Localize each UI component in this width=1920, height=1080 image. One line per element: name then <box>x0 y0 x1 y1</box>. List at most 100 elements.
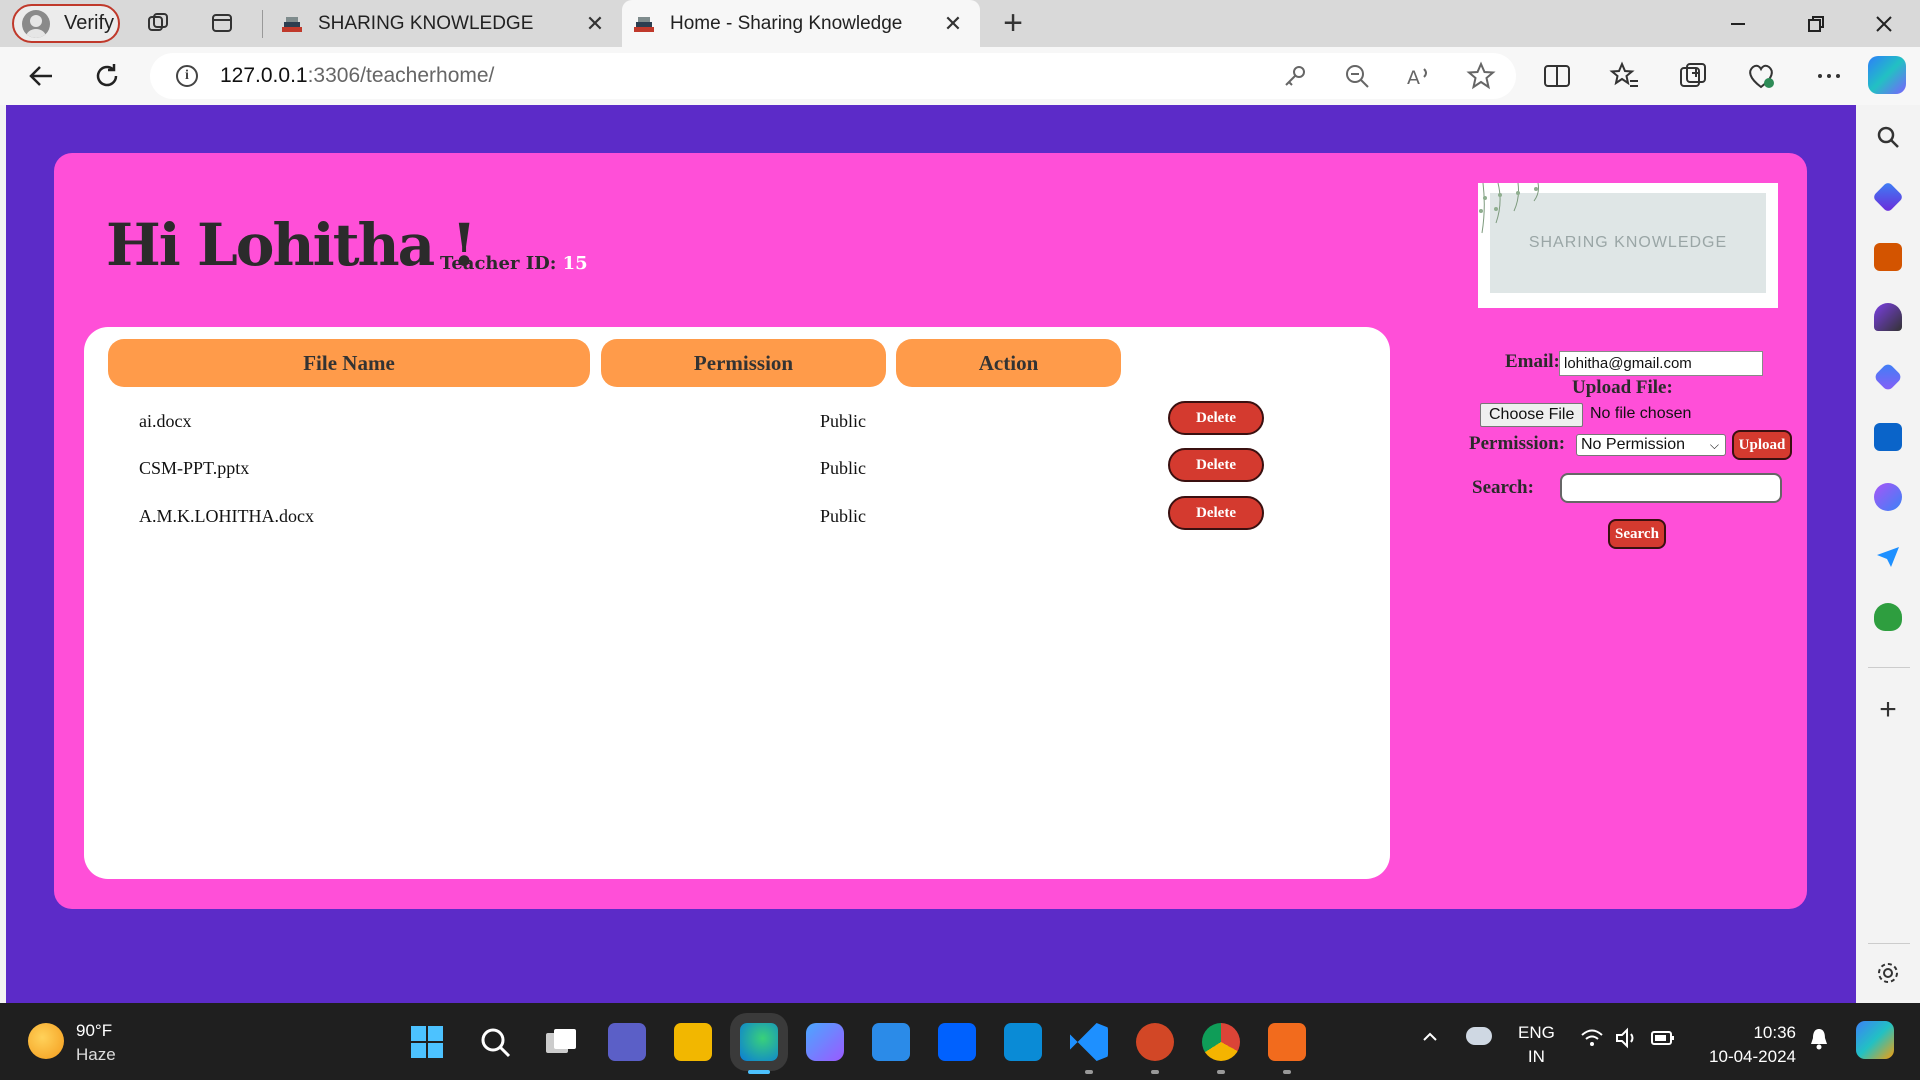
mail-icon[interactable] <box>872 1023 910 1061</box>
powerpoint-icon[interactable] <box>1136 1023 1174 1061</box>
running-indicator <box>1217 1070 1225 1074</box>
task-view-icon[interactable] <box>542 1023 580 1061</box>
permission-cell: Public <box>820 458 867 478</box>
search-input[interactable] <box>1560 473 1782 503</box>
upload-file-label: Upload File: <box>1572 377 1673 398</box>
minimize-icon[interactable] <box>1728 14 1748 34</box>
dropbox-icon[interactable] <box>938 1023 976 1061</box>
zoom-out-icon[interactable] <box>1342 61 1372 91</box>
tab-home-sharing-knowledge[interactable]: Home - Sharing Knowledge ✕ <box>622 0 980 47</box>
system-clock[interactable]: 10:36 10-04-2024 <box>1700 1021 1796 1069</box>
tab-sharing-knowledge[interactable]: SHARING KNOWLEDGE ✕ <box>270 0 622 47</box>
back-icon[interactable] <box>24 59 58 93</box>
read-aloud-icon[interactable]: A <box>1404 61 1434 91</box>
column-header-file-name: File Name <box>108 339 590 387</box>
outlook-icon[interactable] <box>1874 423 1902 451</box>
choose-file-button[interactable]: Choose File <box>1480 403 1584 427</box>
tree-icon[interactable] <box>1874 603 1902 631</box>
search-button[interactable]: Search <box>1608 519 1666 549</box>
profile-label: Verify <box>64 12 115 34</box>
table-row: CSM-PPT.pptx Public Delete <box>84 446 1390 492</box>
weather-description[interactable]: Haze <box>76 1045 116 1065</box>
table-row: ai.docx Public Delete <box>84 399 1390 445</box>
close-window-icon[interactable] <box>1874 14 1894 34</box>
url-text[interactable]: 127.0.0.1:3306/teacherhome/ <box>220 64 494 88</box>
copilot-icon[interactable] <box>1868 56 1906 94</box>
weather-haze-icon[interactable] <box>28 1023 64 1059</box>
favorites-icon[interactable] <box>1608 59 1642 93</box>
myhp-icon[interactable] <box>1004 1023 1042 1061</box>
permission-select[interactable]: No Permission ⌵ <box>1576 434 1726 456</box>
send-plane-icon[interactable] <box>1874 543 1902 571</box>
tab-title: SHARING KNOWLEDGE <box>318 12 534 34</box>
delete-button[interactable]: Delete <box>1168 496 1264 530</box>
battery-icon[interactable] <box>1650 1027 1676 1049</box>
delete-button[interactable]: Delete <box>1168 448 1264 482</box>
show-hidden-icons-chevron-icon[interactable] <box>1420 1027 1440 1047</box>
tab-close-icon[interactable]: ✕ <box>938 11 968 37</box>
file-explorer-icon[interactable] <box>674 1023 712 1061</box>
clock-time: 10:36 <box>1753 1023 1796 1042</box>
permission-label: Permission: <box>1469 433 1566 454</box>
delete-button[interactable]: Delete <box>1168 401 1264 435</box>
profile-avatar-icon <box>22 9 50 38</box>
region-code: IN <box>1527 1047 1545 1066</box>
file-name-cell: CSM-PPT.pptx <box>139 458 250 478</box>
url-path: :3306/teacherhome/ <box>307 64 495 87</box>
file-name-cell: A.M.K.LOHITHA.docx <box>139 506 314 526</box>
windows-taskbar: 90°F Haze ENG IN 10:36 10-04-2024 <box>0 1003 1920 1080</box>
collections-icon[interactable] <box>1676 59 1710 93</box>
taskbar-search-icon[interactable] <box>476 1023 514 1061</box>
more-options-icon[interactable] <box>1812 59 1846 93</box>
edge-browser-icon[interactable] <box>740 1023 778 1061</box>
tab-actions-icon[interactable] <box>210 11 234 35</box>
onedrive-cloud-icon[interactable] <box>1466 1027 1492 1045</box>
new-tab-button[interactable]: + <box>996 6 1030 40</box>
designer-icon[interactable] <box>1874 483 1902 511</box>
weather-temperature[interactable]: 90°F <box>76 1021 112 1041</box>
start-windows-icon[interactable] <box>408 1023 446 1061</box>
xampp-icon[interactable] <box>1268 1023 1306 1061</box>
wifi-icon[interactable] <box>1580 1027 1604 1049</box>
shopping-tag-icon[interactable] <box>1872 181 1904 213</box>
restore-icon[interactable] <box>1806 14 1826 34</box>
browser-tab-strip: Verify SHARING KNOWLEDGE ✕ Home - Sharin… <box>0 0 1920 47</box>
upload-button[interactable]: Upload <box>1732 430 1792 460</box>
no-file-text: No file chosen <box>1590 405 1692 422</box>
permission-cell: Public <box>820 506 867 526</box>
add-sidebar-app-icon[interactable]: + <box>1872 693 1904 727</box>
volume-icon[interactable] <box>1614 1027 1638 1049</box>
workspaces-icon[interactable] <box>146 11 170 35</box>
language-indicator[interactable]: ENG IN <box>1518 1021 1555 1069</box>
password-key-icon[interactable] <box>1280 61 1310 91</box>
chrome-icon[interactable] <box>1202 1023 1240 1061</box>
profile-button[interactable]: Verify <box>12 4 120 43</box>
site-info-icon[interactable]: i <box>176 65 198 87</box>
copilot-taskbar-icon[interactable] <box>806 1023 844 1061</box>
permission-selected-value: No Permission <box>1581 436 1686 453</box>
column-header-action: Action <box>896 339 1121 387</box>
vscode-icon[interactable] <box>1070 1023 1108 1061</box>
games-icon[interactable] <box>1874 303 1902 331</box>
favorite-star-icon[interactable] <box>1466 61 1496 91</box>
settings-gear-icon[interactable] <box>1874 959 1902 987</box>
teacher-home-card: Hi Lohitha ! Teacher ID: 15 SHARING KNOW… <box>54 153 1807 909</box>
tools-briefcase-icon[interactable] <box>1874 243 1902 271</box>
email-field[interactable]: lohitha@gmail.com <box>1559 351 1763 376</box>
leaves-decoration-icon <box>1479 183 1539 234</box>
tab-title: Home - Sharing Knowledge <box>670 12 903 34</box>
url-host: 127.0.0.1 <box>220 64 308 87</box>
split-screen-icon[interactable] <box>1540 59 1574 93</box>
teacher-id-label: Teacher ID: <box>440 253 557 274</box>
notification-bell-icon[interactable] <box>1808 1027 1830 1051</box>
site-logo: SHARING KNOWLEDGE <box>1478 183 1778 308</box>
microsoft-365-icon[interactable] <box>1873 362 1903 392</box>
tab-close-icon[interactable]: ✕ <box>580 11 610 37</box>
search-icon[interactable] <box>1874 123 1902 151</box>
chevron-down-icon: ⌵ <box>1709 438 1719 452</box>
browser-essentials-icon[interactable] <box>1744 59 1778 93</box>
teams-icon[interactable] <box>608 1023 646 1061</box>
address-bar[interactable]: i 127.0.0.1:3306/teacherhome/ A <box>150 53 1516 99</box>
copilot-pre-icon[interactable] <box>1856 1021 1894 1059</box>
refresh-icon[interactable] <box>90 59 124 93</box>
